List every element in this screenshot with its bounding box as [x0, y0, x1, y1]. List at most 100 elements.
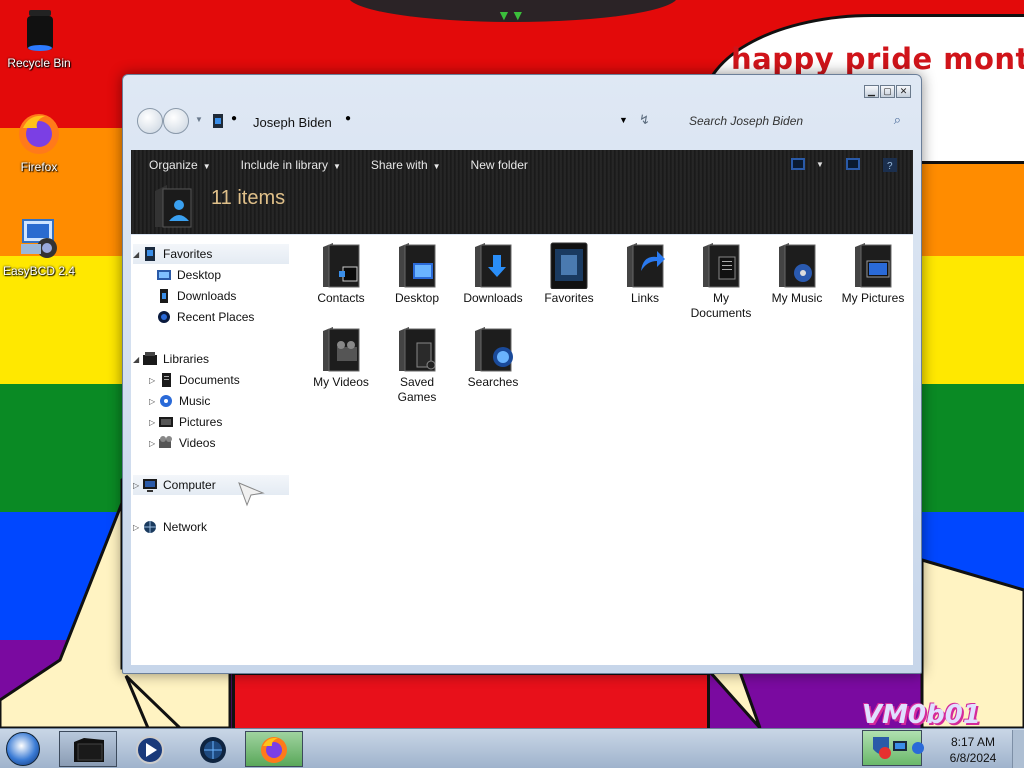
pictures-folder-icon: [855, 243, 892, 288]
file-label: My Pictures: [841, 291, 905, 305]
computer-icon: [143, 479, 157, 492]
nav-documents[interactable]: ▷ Documents: [149, 370, 240, 390]
favorites-icon: [145, 247, 155, 261]
search-placeholder: Search Joseph Biden: [689, 114, 804, 128]
desktop-icon-firefox[interactable]: Firefox: [0, 110, 79, 174]
command-bar: Organize ▼ Include in library ▼ Share with…: [131, 150, 913, 180]
desktop-icon-easybcd[interactable]: EasyBCD 2.4: [0, 214, 79, 278]
collapsed-arrow-icon[interactable]: ▷: [149, 418, 159, 427]
explorer-window[interactable]: ▁ ▢ ✕ ▼ ● ● ▼ ↯ Joseph Biden ⌕ Search Jo…: [122, 74, 922, 674]
expand-arrow-icon[interactable]: ◢: [133, 250, 143, 259]
recent-places-icon: [158, 311, 170, 323]
new-folder-button[interactable]: New folder: [471, 158, 528, 172]
refresh-icon[interactable]: ↯: [639, 112, 650, 128]
taskbar-network-button[interactable]: [184, 731, 242, 767]
window-controls: ▁ ▢ ✕: [864, 85, 911, 98]
taskbar-firefox-button[interactable]: [245, 731, 303, 767]
include-in-library-menu[interactable]: Include in library ▼: [241, 158, 341, 172]
desktop-folder-icon: [399, 243, 436, 288]
svg-text:?: ?: [887, 161, 893, 172]
view-options-dropdown-icon[interactable]: ▼: [816, 160, 824, 169]
desktop-icon-label: Recycle Bin: [7, 56, 71, 70]
speech-bubble-text: happy pride month: [731, 42, 1024, 76]
folder-breadcrumb-icon: [213, 114, 223, 128]
folder-my-documents[interactable]: My Documents: [683, 235, 759, 321]
back-button[interactable]: [137, 108, 163, 134]
recycle-bin-icon: [15, 6, 63, 54]
folder-favorites[interactable]: Favorites: [531, 235, 607, 306]
folder-contacts[interactable]: Contacts: [303, 235, 379, 306]
nav-favorites[interactable]: ◢ Favorites: [133, 244, 289, 264]
include-in-library-label: Include in library: [240, 158, 328, 172]
desktop-icon-recycle-bin[interactable]: Recycle Bin: [0, 6, 79, 70]
nav-libraries-label: Libraries: [163, 352, 210, 366]
folder-my-music[interactable]: My Music: [759, 235, 835, 306]
nav-downloads[interactable]: Downloads: [157, 286, 236, 306]
file-label: My Videos: [313, 375, 369, 389]
start-button[interactable]: [6, 732, 40, 766]
nav-recent-places[interactable]: Recent Places: [157, 307, 254, 327]
nav-downloads-label: Downloads: [177, 289, 237, 303]
taskbar-explorer-button[interactable]: [59, 731, 117, 767]
organize-menu-label: Organize: [149, 158, 198, 172]
explorer-icon: [74, 738, 104, 762]
command-bar-area: Organize ▼ Include in library ▼ Share with…: [131, 150, 913, 234]
nav-music[interactable]: ▷ Music: [149, 391, 210, 411]
nav-network-label: Network: [163, 520, 208, 534]
folder-my-pictures[interactable]: My Pictures: [835, 235, 911, 306]
dropdown-caret-icon: ▼: [333, 162, 341, 171]
show-desktop-button[interactable]: [1012, 730, 1024, 768]
taskbar-media-player-button[interactable]: [121, 731, 179, 767]
nav-libraries[interactable]: ◢ Libraries: [133, 349, 209, 369]
folder-saved-games[interactable]: Saved Games: [379, 319, 455, 405]
firefox-icon: [15, 110, 63, 158]
contacts-folder-icon: [323, 243, 360, 288]
folder-my-videos[interactable]: My Videos: [303, 319, 379, 390]
nav-documents-label: Documents: [179, 373, 240, 387]
folder-desktop[interactable]: Desktop: [379, 235, 455, 306]
videos-folder-icon: [323, 327, 360, 372]
taskbar-clock[interactable]: 8:17 AM 6/8/2024: [930, 734, 1016, 766]
forward-button[interactable]: [163, 108, 189, 134]
downloads-folder-icon: [475, 243, 512, 288]
collapsed-arrow-icon[interactable]: ▷: [149, 439, 159, 448]
breadcrumb-separator-icon: ●: [231, 113, 238, 124]
desktop-icon-label: Firefox: [20, 160, 58, 174]
folder-downloads[interactable]: Downloads: [455, 235, 531, 306]
network-status-icon[interactable]: [893, 741, 907, 753]
preview-pane-icon[interactable]: [846, 158, 860, 173]
new-folder-label: New folder: [470, 158, 528, 172]
collapsed-arrow-icon[interactable]: ▷: [149, 397, 159, 406]
collapsed-arrow-icon[interactable]: ▷: [149, 376, 159, 385]
expand-arrow-icon[interactable]: ◢: [133, 355, 143, 364]
media-player-icon: [136, 736, 164, 764]
organize-menu[interactable]: Organize ▼: [149, 158, 211, 172]
close-button[interactable]: ✕: [896, 85, 911, 98]
recent-pages-dropdown-icon[interactable]: ▼: [195, 115, 203, 124]
nav-recent-places-label: Recent Places: [177, 310, 255, 324]
minimize-button[interactable]: ▁: [864, 85, 879, 98]
search-icon[interactable]: ⌕: [894, 112, 901, 128]
file-list: Contacts Desktop Downloads Favorites Lin…: [301, 235, 913, 665]
nav-desktop[interactable]: Desktop: [157, 265, 221, 285]
maximize-button[interactable]: ▢: [880, 85, 895, 98]
share-with-menu[interactable]: Share with ▼: [371, 158, 441, 172]
help-icon[interactable]: ?: [883, 158, 897, 175]
clock-date: 6/8/2024: [949, 751, 997, 765]
folder-searches[interactable]: Searches: [455, 319, 531, 390]
searches-folder-icon: [475, 327, 513, 372]
action-center-icon[interactable]: [869, 735, 893, 761]
change-view-icon[interactable]: [791, 158, 805, 173]
collapsed-arrow-icon[interactable]: ▷: [133, 523, 143, 532]
system-tray[interactable]: [862, 730, 925, 766]
wallpaper-green-dots: ▼▼: [497, 7, 525, 23]
clock-time: 8:17 AM: [950, 735, 996, 749]
nav-videos[interactable]: ▷ Videos: [149, 433, 215, 453]
address-dropdown-icon[interactable]: ▼: [619, 115, 628, 125]
nav-network[interactable]: ▷ Network: [133, 517, 207, 537]
file-label: My Music: [771, 291, 823, 305]
nav-pictures[interactable]: ▷ Pictures: [149, 412, 222, 432]
volume-icon[interactable]: [911, 741, 925, 755]
collapsed-arrow-icon[interactable]: ▷: [133, 481, 143, 490]
folder-links[interactable]: Links: [607, 235, 683, 306]
